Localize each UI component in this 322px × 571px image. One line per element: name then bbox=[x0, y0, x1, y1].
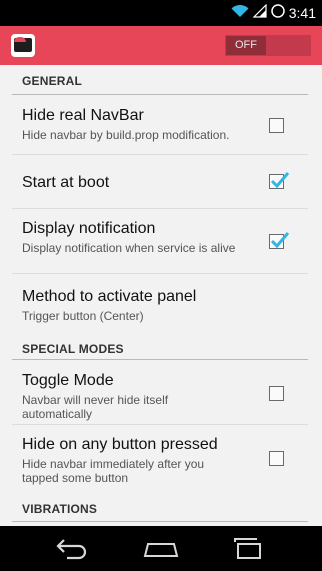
start-at-boot-checkbox[interactable] bbox=[269, 172, 290, 189]
pref-title: Hide real NavBar bbox=[22, 107, 144, 124]
section-label: VIBRATIONS bbox=[22, 502, 98, 516]
status-bar: 3:41 bbox=[0, 0, 322, 26]
pref-title: Method to activate panel bbox=[22, 288, 197, 305]
toggle-mode-checkbox[interactable] bbox=[269, 386, 284, 401]
hide-navbar-checkbox[interactable] bbox=[269, 118, 284, 133]
pref-summary: Display notification when service is ali… bbox=[22, 241, 236, 255]
display-notification-checkbox[interactable] bbox=[269, 232, 290, 249]
recents-button[interactable] bbox=[232, 536, 266, 560]
action-bar: OFF bbox=[0, 26, 322, 65]
app-icon[interactable] bbox=[11, 34, 35, 57]
section-header-vibrations: VIBRATIONS bbox=[12, 493, 308, 522]
pref-title: Display notification bbox=[22, 220, 156, 237]
back-button[interactable] bbox=[55, 536, 89, 560]
pref-toggle-mode[interactable]: Toggle Mode Navbar will never hide itsel… bbox=[12, 361, 308, 425]
home-button[interactable] bbox=[143, 536, 179, 560]
clock: 3:41 bbox=[288, 5, 316, 21]
toggle-label: OFF bbox=[226, 36, 266, 55]
back-icon bbox=[56, 539, 87, 560]
pref-title: Start at boot bbox=[22, 174, 110, 191]
signal-icon bbox=[252, 3, 267, 23]
pref-title: Toggle Mode bbox=[22, 372, 114, 389]
battery-icon bbox=[271, 3, 285, 24]
pref-hide-real-navbar[interactable]: Hide real NavBar Hide navbar by build.pr… bbox=[12, 96, 308, 155]
home-icon bbox=[143, 543, 179, 557]
settings-list: GENERAL Hide real NavBar Hide navbar by … bbox=[0, 65, 322, 526]
pref-method-activate-panel[interactable]: Method to activate panel Trigger button … bbox=[12, 274, 308, 328]
wifi-icon bbox=[231, 4, 249, 23]
pref-summary: Hide navbar immediately after you tapped… bbox=[22, 457, 205, 485]
service-toggle[interactable]: OFF bbox=[225, 35, 311, 56]
recents-icon bbox=[234, 538, 261, 559]
pref-start-at-boot[interactable]: Start at boot bbox=[12, 155, 308, 209]
navigation-bar bbox=[0, 526, 322, 571]
section-label: GENERAL bbox=[22, 74, 83, 88]
pref-hide-on-button-pressed[interactable]: Hide on any button pressed Hide navbar i… bbox=[12, 425, 308, 493]
pref-summary: Hide navbar by build.prop modification. bbox=[22, 128, 230, 142]
hide-on-button-checkbox[interactable] bbox=[269, 451, 284, 466]
section-header-special-modes: SPECIAL MODES bbox=[12, 328, 308, 360]
pref-summary: Trigger button (Center) bbox=[22, 309, 144, 323]
pref-summary: Navbar will never hide itself automatica… bbox=[22, 393, 169, 421]
pref-title: Hide on any button pressed bbox=[22, 436, 218, 453]
pref-display-notification[interactable]: Display notification Display notificatio… bbox=[12, 209, 308, 274]
section-label: SPECIAL MODES bbox=[22, 342, 124, 356]
section-header-general: GENERAL bbox=[12, 65, 308, 95]
